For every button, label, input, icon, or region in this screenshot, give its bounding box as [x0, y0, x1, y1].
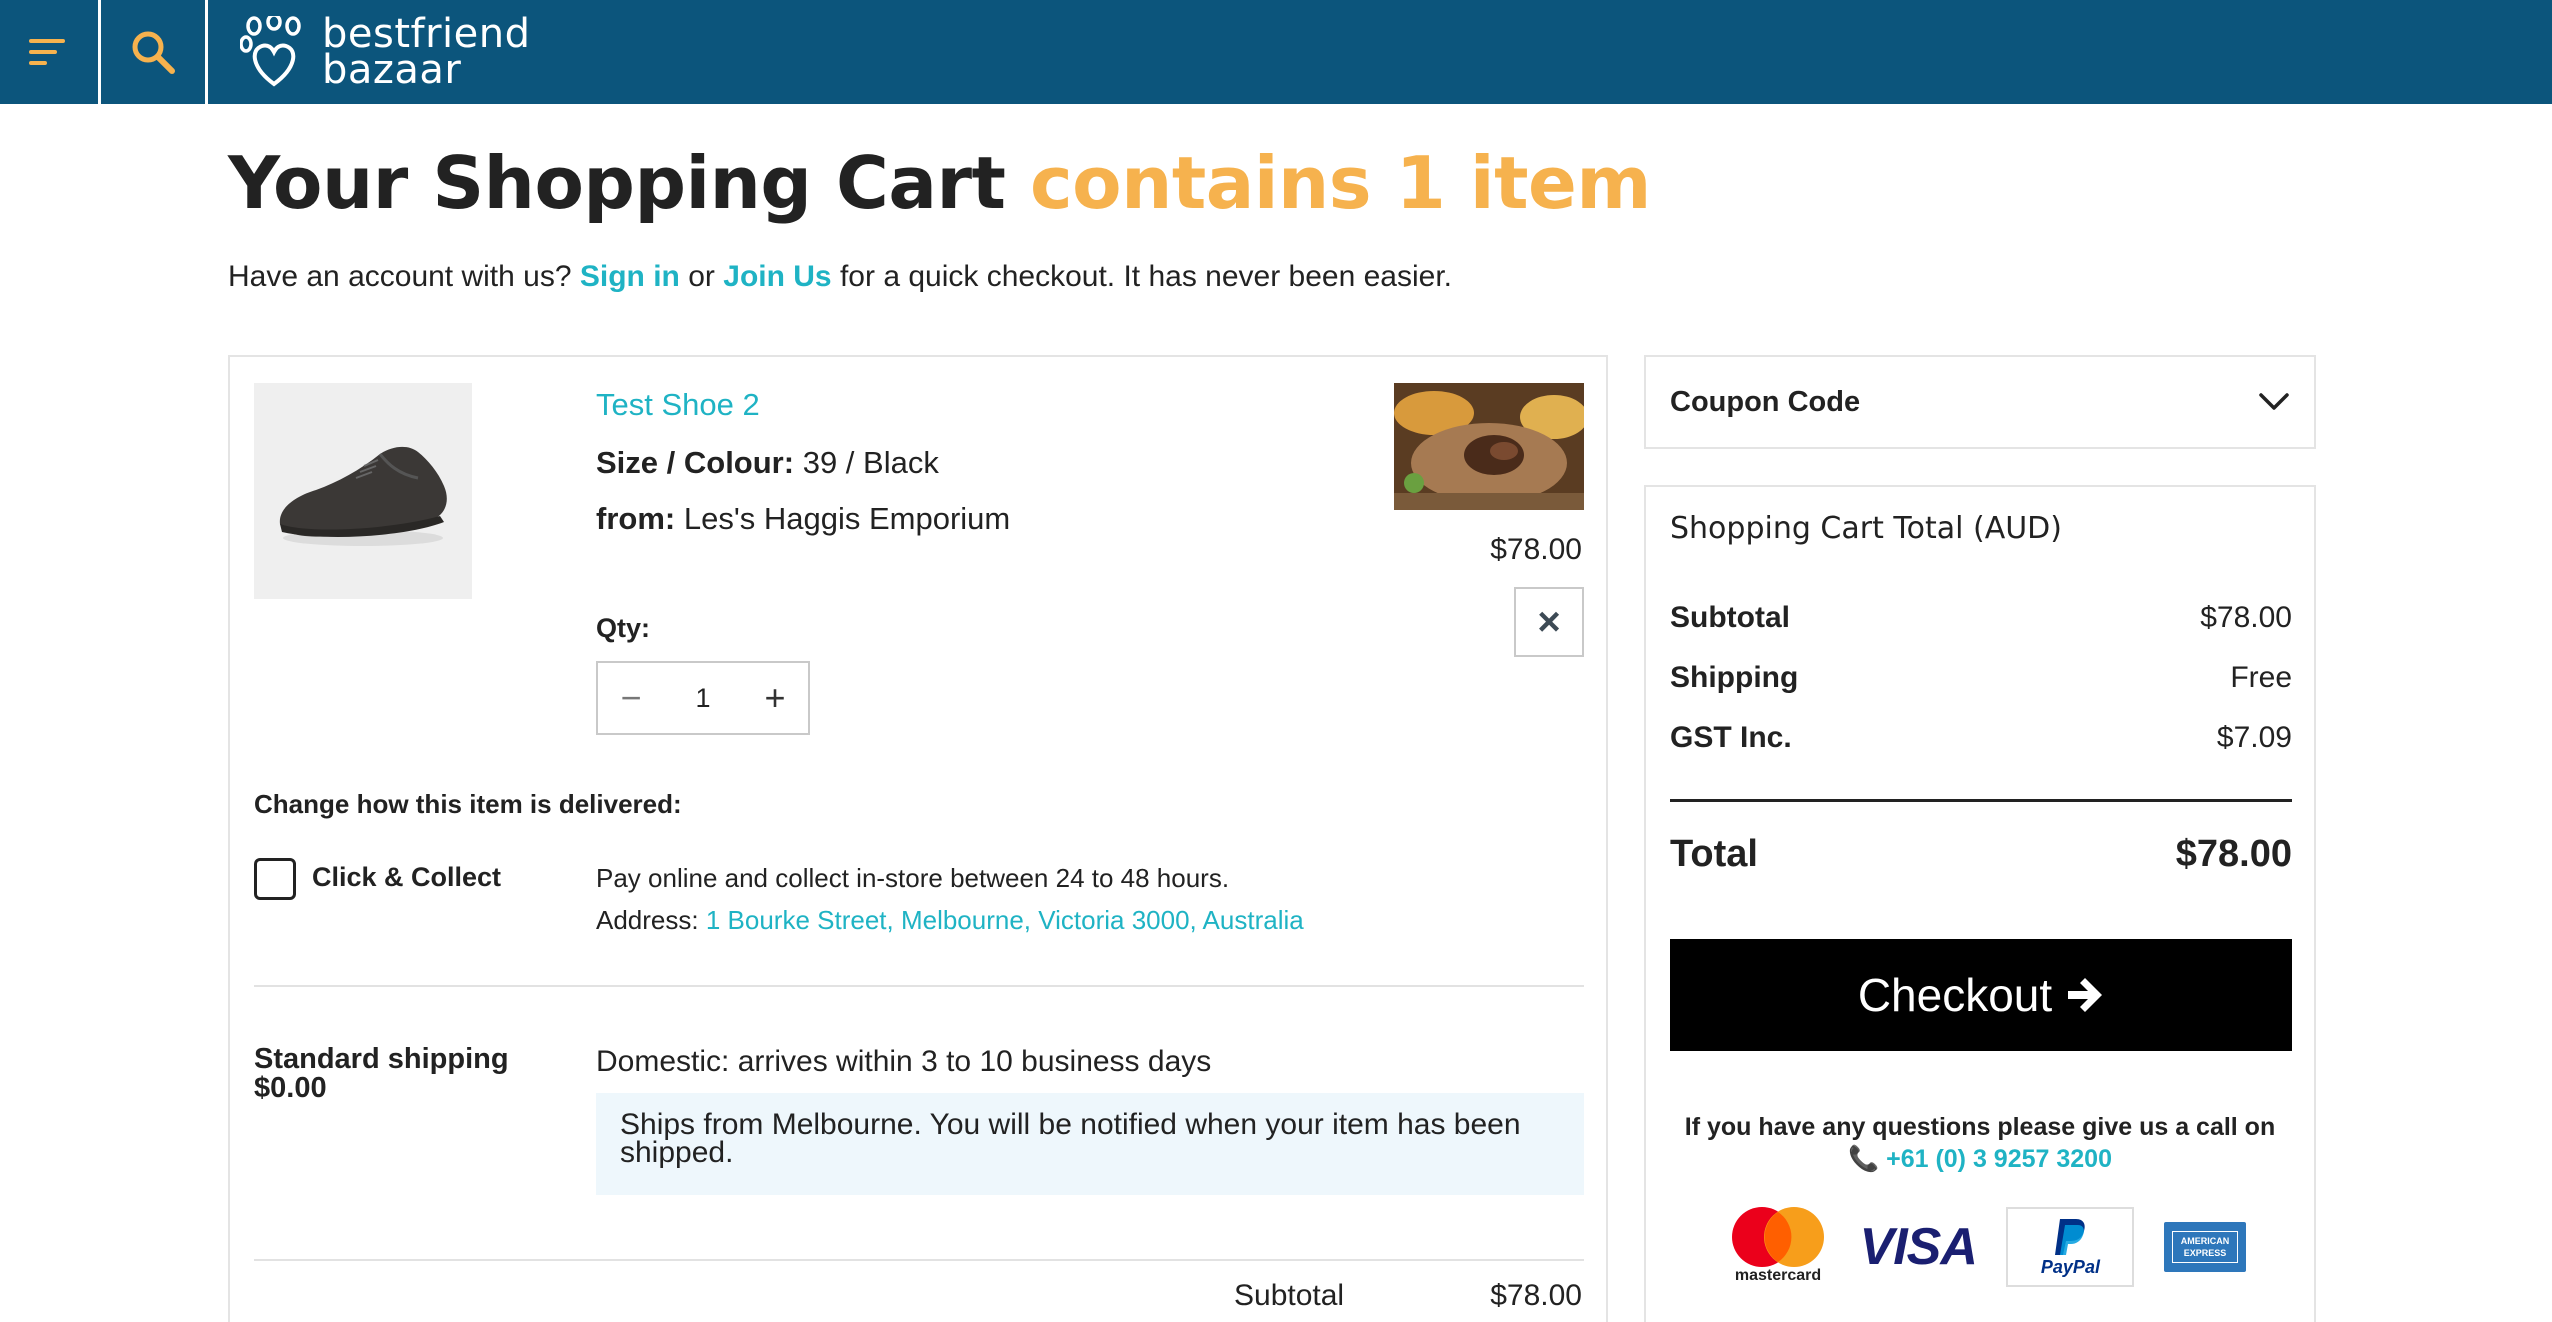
amex-logo: AMERICAN EXPRESS [2163, 1222, 2246, 1272]
size-colour-label: Size / Colour: [596, 445, 795, 480]
coupon-code-toggle[interactable]: Coupon Code [1644, 355, 2316, 449]
amex-text: AMERICAN EXPRESS [2171, 1231, 2238, 1263]
mastercard-logo: mastercard [1726, 1205, 1830, 1289]
remove-item-button[interactable]: × [1514, 587, 1584, 657]
quantity-stepper: − 1 + [596, 661, 810, 735]
standard-shipping-description: Domestic: arrives within 3 to 10 busines… [596, 1045, 1212, 1078]
page-title-main: Your Shopping Cart [228, 141, 1006, 225]
total-row-shipping: Shipping Free [1670, 661, 2292, 695]
grand-total-value: $78.00 [2175, 833, 2292, 875]
shipping-notice: Ships from Melbourne. You will be notifi… [596, 1093, 1584, 1195]
cart-item-panel: Test Shoe 2 Size / Colour: 39 / Black fr… [228, 355, 1608, 1322]
chevron-down-icon [2259, 393, 2289, 410]
total-row-label: Subtotal [1670, 601, 1790, 634]
increase-quantity-button[interactable]: + [742, 663, 808, 733]
top-navigation-bar: bestfriend bazaar [0, 0, 2552, 104]
total-row-gst: GST Inc. $7.09 [1670, 721, 2292, 755]
phone-icon: 📞 [1848, 1145, 1880, 1173]
quantity-label: Qty: [596, 613, 650, 643]
section-divider [254, 1259, 1584, 1261]
click-collect-address: Address: 1 Bourke Street, Melbourne, Vic… [596, 905, 1304, 936]
delivery-heading: Change how this item is delivered: [254, 789, 682, 819]
account-prompt-suffix: for a quick checkout. It has never been … [839, 260, 1452, 293]
vendor-label: from: [596, 501, 676, 536]
click-collect-label[interactable]: Click & Collect [312, 862, 501, 893]
plus-icon: + [764, 677, 786, 718]
total-row-value: Free [2230, 661, 2292, 694]
total-row-subtotal: Subtotal $78.00 [1670, 601, 2292, 635]
total-row-value: $78.00 [2200, 601, 2292, 634]
search-button[interactable] [100, 0, 205, 104]
click-collect-description: Pay online and collect in-store between … [596, 863, 1230, 893]
vendor-image [1394, 383, 1584, 510]
account-prompt-or: or [688, 260, 715, 293]
product-size-colour: Size / Colour: 39 / Black [596, 445, 939, 481]
menu-icon [29, 39, 65, 65]
section-divider [254, 985, 1584, 987]
payment-methods: mastercard VISA PayPal AMERICAN EXPRESS [1726, 1205, 2246, 1289]
paypal-logo: PayPal [2006, 1207, 2135, 1287]
standard-shipping-title: Standard shipping [254, 1043, 509, 1075]
arrow-right-icon [2068, 978, 2103, 1012]
account-prompt: Have an account with us? Sign in or Join… [228, 256, 1452, 298]
sign-in-link[interactable]: Sign in [580, 260, 680, 293]
visa-logo: VISA [1859, 1218, 1978, 1276]
paw-heart-icon [240, 16, 301, 87]
standard-shipping-option: Standard shipping $0.00 [254, 1045, 509, 1103]
cart-item-count: contains 1 item [1029, 141, 1651, 225]
search-icon [132, 31, 175, 74]
quantity-value[interactable]: 1 [664, 683, 742, 714]
checkout-button-label: Checkout [1857, 969, 2053, 1021]
item-subtotal-label: Subtotal [1234, 1279, 1345, 1312]
item-price: $78.00 [1490, 533, 1582, 566]
checkout-button[interactable]: Checkout [1670, 939, 2292, 1051]
account-prompt-text: Have an account with us? [228, 260, 572, 293]
paypal-icon [2055, 1218, 2086, 1255]
close-icon: × [1537, 599, 1561, 644]
mastercard-text: mastercard [1734, 1267, 1822, 1284]
total-row-value: $7.09 [2216, 721, 2292, 754]
size-colour-value: 39 / Black [802, 445, 939, 480]
product-image[interactable] [254, 383, 472, 599]
standard-shipping-price: $0.00 [254, 1072, 327, 1104]
grand-total-label: Total [1670, 833, 1758, 875]
support-phone-link[interactable]: +61 (0) 3 9257 3200 [1886, 1145, 2112, 1173]
vendor-value: Les's Haggis Emporium [683, 501, 1011, 536]
grand-total-row: Total $78.00 [1670, 833, 2292, 876]
logo-wordmark: bestfriend bazaar [322, 11, 531, 93]
support-phone-line: 📞 +61 (0) 3 9257 3200 [1646, 1143, 2314, 1175]
total-row-label: Shipping [1670, 661, 1799, 694]
join-us-link[interactable]: Join Us [723, 260, 831, 293]
mastercard-icon [1732, 1207, 1824, 1267]
click-collect-checkbox[interactable] [254, 858, 296, 900]
minus-icon: − [620, 677, 642, 718]
cart-total-panel: Shopping Cart Total (AUD) Subtotal $78.0… [1644, 485, 2316, 1322]
support-text: If you have any questions please give us… [1684, 1113, 2276, 1141]
cart-total-title: Shopping Cart Total (AUD) [1670, 511, 2062, 546]
coupon-code-label: Coupon Code [1670, 385, 1861, 418]
support-contact: If you have any questions please give us… [1646, 1111, 2314, 1175]
store-address-link[interactable]: 1 Bourke Street, Melbourne, Victoria 300… [706, 905, 1304, 935]
site-logo[interactable]: bestfriend bazaar [240, 12, 531, 92]
header-divider [205, 0, 208, 104]
total-divider [1670, 799, 2292, 802]
paypal-text: PayPal [2040, 1256, 2100, 1277]
total-row-label: GST Inc. [1670, 721, 1792, 754]
product-vendor: from: Les's Haggis Emporium [596, 501, 1010, 537]
address-label: Address: [596, 905, 699, 935]
item-subtotal-value: $78.00 [1490, 1279, 1582, 1312]
page-title: Your Shopping Cart contains 1 item [228, 138, 1651, 228]
haggis-image [1394, 383, 1584, 510]
menu-button[interactable] [0, 0, 98, 104]
shoe-image [279, 446, 447, 546]
decrease-quantity-button[interactable]: − [598, 663, 664, 733]
product-name-link[interactable]: Test Shoe 2 [596, 387, 760, 423]
